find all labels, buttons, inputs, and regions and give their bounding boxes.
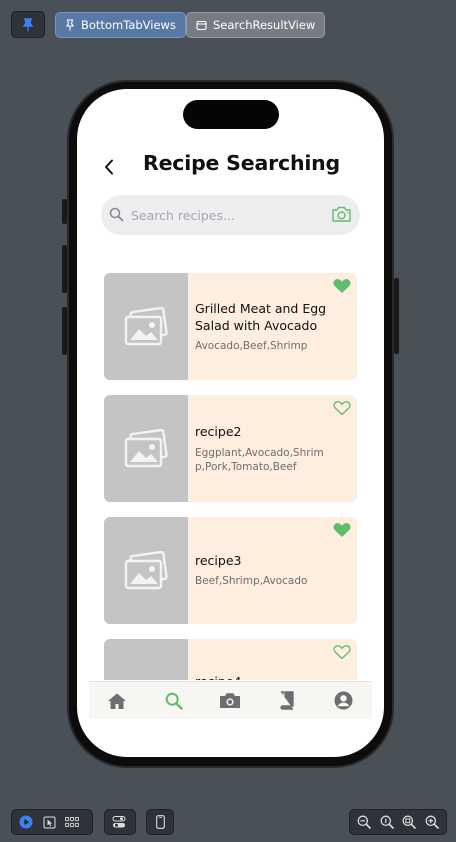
person-icon [334,691,353,710]
device-icon [155,815,165,829]
zoom-actual-button[interactable] [378,813,396,831]
bottom-tab-bar [89,681,372,719]
zoom-group [349,809,447,835]
device-group [146,809,174,835]
photo-placeholder-icon [124,550,168,589]
recipe-ingredients: Eggplant,Avocado,Shrimp,Pork,Tomato,Beef [195,447,324,473]
zoom-in-button[interactable] [423,813,441,831]
camera-icon [220,693,241,708]
play-icon [19,815,33,829]
tab-label: BottomTabViews [81,18,176,32]
pin-icon [65,19,75,31]
dynamic-island [183,100,279,129]
camera-search-button[interactable] [331,206,352,227]
power-button [394,278,399,354]
zoom-actual-icon [380,815,394,829]
recipe-thumbnail [104,517,188,624]
recipe-card[interactable]: recipe3 Beef,Shrimp,Avocado [104,517,357,624]
zoom-out-icon [357,815,371,829]
tab-home[interactable] [102,687,132,715]
recipe-thumbnail [104,639,188,680]
zoom-fit-icon [402,815,417,829]
selectable-button[interactable] [40,813,58,831]
tab-searchresultview[interactable]: SearchResultView [186,12,326,38]
search-icon [109,207,124,222]
tab-book[interactable] [272,687,302,715]
pin-icon [22,17,34,31]
tab-camera[interactable] [215,687,245,715]
recipe-ingredients: Beef,Shrimp,Avocado [195,575,308,587]
page-title: Recipe Searching [143,151,341,175]
photo-placeholder-icon [124,306,168,345]
toggle-icon [112,816,126,828]
device-button[interactable] [152,813,168,831]
grid-icon [65,817,79,827]
recipe-thumbnail [104,395,188,502]
phone-screen: Recipe Searching Grilled Meat and Egg Sa… [77,89,384,757]
chevron-left-icon [105,159,113,175]
tab-profile[interactable] [329,687,359,715]
recipe-name: recipe3 [195,553,242,568]
heart-filled-icon[interactable] [333,278,351,294]
zoom-out-button[interactable] [355,813,373,831]
heart-outline-icon[interactable] [333,644,351,660]
photo-placeholder-icon [124,428,168,467]
magnifier-icon [165,692,183,710]
zoom-in-icon [425,815,439,829]
pin-button[interactable] [11,11,45,38]
camera-icon [332,206,351,222]
zoom-fit-button[interactable] [401,813,419,831]
search-bar [101,195,360,235]
tab-search[interactable] [159,687,189,715]
device-settings-button[interactable] [110,813,128,831]
recipe-card[interactable]: Grilled Meat and Egg Salad with Avocado … [104,273,357,380]
recipe-name: recipe2 [195,424,242,439]
house-icon [108,693,127,709]
preview-mode-group [11,809,93,835]
search-input[interactable] [131,195,321,235]
recipe-card[interactable]: recipe2 Eggplant,Avocado,Shrimp,Pork,Tom… [104,395,357,502]
recipe-name: recipe4 [195,673,335,680]
book-icon [280,691,294,710]
recipe-thumbnail [104,273,188,380]
cursor-icon [43,816,55,828]
live-preview-button[interactable] [17,813,35,831]
recipe-name: Grilled Meat and Egg Salad with Avocado [195,301,327,333]
recipe-card[interactable]: recipe4 [104,639,357,680]
tab-label: SearchResultView [213,18,316,32]
variants-button[interactable] [63,813,81,831]
back-button[interactable] [99,156,119,178]
window-icon [196,20,207,30]
heart-outline-icon[interactable] [333,400,351,416]
tab-bottomtabviews[interactable]: BottomTabViews [55,12,186,38]
recipe-ingredients: Avocado,Beef,Shrimp [195,340,308,352]
settings-group [104,809,136,835]
recipe-list[interactable]: Grilled Meat and Egg Salad with Avocado … [104,273,357,680]
heart-filled-icon[interactable] [333,522,351,538]
